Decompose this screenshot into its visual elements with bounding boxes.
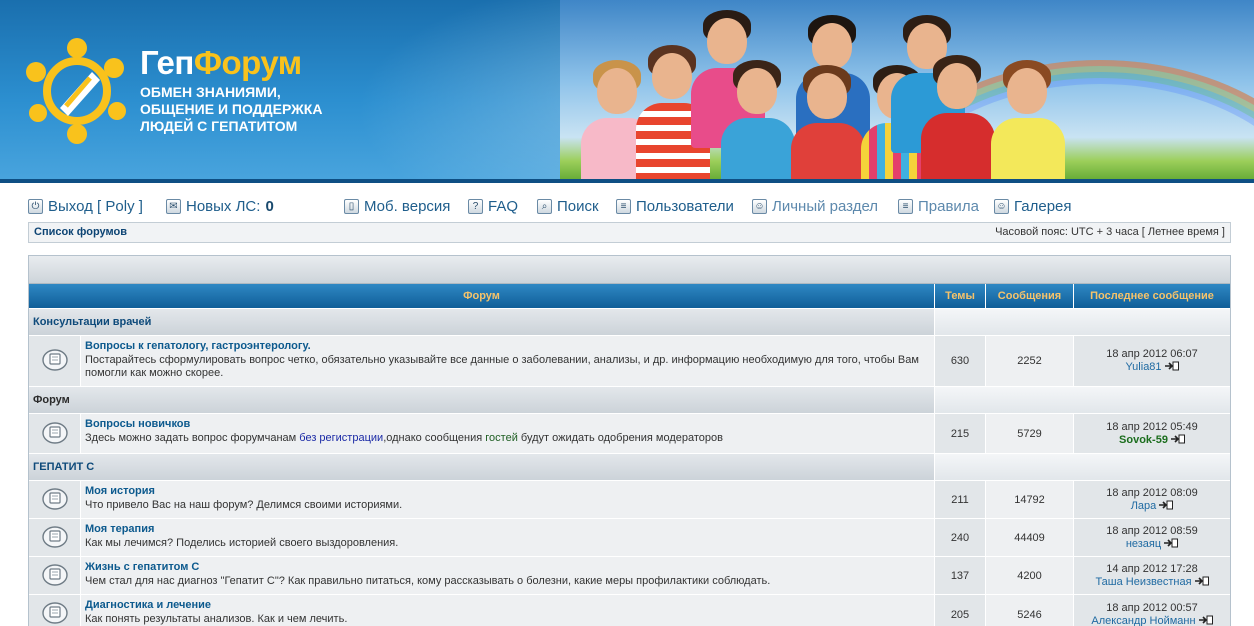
- last-post-date: 18 апр 2012 08:09: [1106, 486, 1198, 499]
- go-to-last-post-icon[interactable]: [1159, 500, 1174, 510]
- forum-read-icon: [42, 488, 68, 510]
- go-to-last-post-icon[interactable]: [1198, 615, 1213, 625]
- forum-list-table: Форум Темы Сообщения Последнее сообщение…: [28, 255, 1231, 626]
- go-to-last-post-icon[interactable]: [1170, 434, 1185, 444]
- topics-count: 215: [950, 427, 970, 440]
- forum-description: Как понять результаты анализов. Как и че…: [85, 613, 348, 625]
- forum-row: Моя терапия Как мы лечимся? Поделись ист…: [29, 518, 1230, 556]
- timezone-info: Часовой пояс: UTC + 3 часа [ Летнее врем…: [995, 226, 1225, 238]
- top-navigation: ⏻ Выход [ Poly ] ✉ Новых ЛС: 0 ▯ Моб. ве…: [28, 194, 1232, 220]
- last-post-author[interactable]: незаяц: [1126, 538, 1161, 550]
- forum-index-link[interactable]: Список форумов: [34, 226, 127, 238]
- forum-description: Что привело Вас на наш форум? Делимся св…: [85, 499, 403, 511]
- last-post-date: 18 апр 2012 06:07: [1106, 348, 1198, 360]
- guests-text: гостей: [485, 432, 518, 444]
- user-icon: ☺: [752, 198, 767, 214]
- forum-title-link[interactable]: Моя история: [85, 485, 930, 498]
- forum-title-link[interactable]: Жизнь с гепатитом С: [85, 561, 930, 574]
- help-icon: ?: [468, 198, 483, 214]
- rules-icon: ≡: [898, 198, 913, 214]
- faq-link[interactable]: ? FAQ: [468, 194, 518, 218]
- go-to-last-post-icon[interactable]: [1164, 361, 1179, 371]
- last-post-author[interactable]: Лара: [1131, 500, 1157, 512]
- forum-read-icon: [42, 422, 68, 444]
- logo-title: ГепФорум: [140, 44, 302, 81]
- header-forum: Форум: [463, 290, 500, 302]
- table-header: Форум Темы Сообщения Последнее сообщение: [29, 284, 1230, 308]
- last-post-author[interactable]: Александр Нойманн: [1091, 615, 1195, 626]
- forum-row: Вопросы к гепатологу, гастроэнтерологу. …: [29, 335, 1230, 386]
- go-to-last-post-icon[interactable]: [1164, 538, 1179, 548]
- rules-link[interactable]: ≡ Правила: [898, 194, 979, 218]
- last-post-author[interactable]: Sovok-59: [1119, 434, 1168, 446]
- last-post-date: 18 апр 2012 05:49: [1106, 420, 1198, 433]
- topics-count: 630: [950, 355, 970, 367]
- category-row: ГЕПАТИТ С: [29, 453, 1230, 481]
- search-icon: ⌕: [537, 198, 552, 214]
- forum-title-link[interactable]: Диагностика и лечение: [85, 599, 930, 612]
- go-to-last-post-icon[interactable]: [1194, 576, 1209, 586]
- search-link[interactable]: ⌕ Поиск: [537, 194, 599, 218]
- posts-count: 14792: [1014, 493, 1045, 506]
- forum-read-icon: [42, 602, 68, 624]
- forum-read-icon: [42, 526, 68, 548]
- forum-description: Как мы лечимся? Поделись историей своего…: [85, 537, 399, 549]
- topics-count: 205: [950, 608, 970, 621]
- gallery-icon: ☺: [994, 198, 1009, 214]
- logo-icon: [26, 38, 126, 144]
- forum-read-icon: [42, 564, 68, 586]
- forum-read-icon: [42, 349, 68, 371]
- breadcrumb: Список форумов Часовой пояс: UTC + 3 час…: [28, 222, 1231, 243]
- forum-description: Чем стал для нас диагноз "Гепатит С"? Ка…: [85, 575, 771, 587]
- posts-count: 44409: [1014, 531, 1045, 544]
- posts-count: 5729: [1017, 427, 1042, 440]
- gallery-link[interactable]: ☺ Галерея: [994, 194, 1072, 218]
- mobile-version-link[interactable]: ▯ Моб. версия: [344, 194, 450, 218]
- last-post-date: 14 апр 2012 17:28: [1106, 562, 1198, 575]
- pm-count: 0: [265, 197, 274, 215]
- category-name[interactable]: ГЕПАТИТ С: [29, 454, 934, 481]
- forum-description: Здесь можно задать вопрос форумчанам без…: [85, 432, 723, 444]
- last-post-date: 18 апр 2012 08:59: [1106, 524, 1198, 537]
- last-post-author[interactable]: Таша Неизвестная: [1095, 576, 1191, 588]
- topics-count: 240: [950, 531, 970, 544]
- message-icon: ✉: [166, 198, 181, 214]
- last-post-date: 18 апр 2012 00:57: [1106, 601, 1198, 614]
- power-icon: ⏻: [28, 198, 43, 214]
- site-tagline: ОБМЕН ЗНАНИЯМИ, ОБЩЕНИЕ И ПОДДЕРЖКА ЛЮДЕ…: [140, 84, 323, 134]
- forum-description: Постарайтесь сформулировать вопрос четко…: [85, 354, 919, 379]
- members-list-icon: ≡: [616, 198, 631, 214]
- site-header: ГепФорум ОБМЕН ЗНАНИЯМИ, ОБЩЕНИЕ И ПОДДЕ…: [0, 0, 1254, 183]
- forum-row: Диагностика и лечение Как понять результ…: [29, 594, 1230, 626]
- forum-row: Моя история Что привело Вас на наш форум…: [29, 480, 1230, 518]
- table-caption-bar: [29, 256, 1230, 284]
- people-photo: [575, 0, 1075, 183]
- user-control-panel-link[interactable]: ☺ Личный раздел: [752, 194, 878, 218]
- header-divider: [0, 179, 1254, 183]
- category-name[interactable]: Консультации врачей: [29, 309, 934, 336]
- category-name[interactable]: Форум: [29, 387, 934, 414]
- mobile-icon: ▯: [344, 198, 359, 214]
- forum-title-link[interactable]: Вопросы к гепатологу, гастроэнтерологу.: [85, 340, 930, 353]
- last-post-author[interactable]: Yulia81: [1125, 361, 1161, 373]
- forum-row: Вопросы новичков Здесь можно задать вопр…: [29, 413, 1230, 453]
- no-registration-link[interactable]: без регистрации: [299, 432, 383, 444]
- posts-count: 5246: [1017, 608, 1042, 621]
- posts-count: 4200: [1017, 569, 1042, 582]
- topics-count: 211: [951, 493, 969, 506]
- category-row: Форум: [29, 386, 1230, 414]
- private-messages-link[interactable]: ✉ Новых ЛС: 0: [166, 194, 274, 218]
- header-topics: Темы: [934, 284, 985, 308]
- header-last-post: Последнее сообщение: [1073, 284, 1230, 308]
- category-row: Консультации врачей: [29, 308, 1230, 336]
- forum-title-link[interactable]: Вопросы новичков: [85, 418, 930, 431]
- forum-title-link[interactable]: Моя терапия: [85, 523, 930, 536]
- posts-count: 2252: [1017, 355, 1042, 367]
- topics-count: 137: [950, 569, 970, 582]
- logout-link[interactable]: ⏻ Выход [ Poly ]: [28, 194, 143, 218]
- header-posts: Сообщения: [985, 284, 1073, 308]
- members-link[interactable]: ≡ Пользователи: [616, 194, 734, 218]
- forum-row: Жизнь с гепатитом С Чем стал для нас диа…: [29, 556, 1230, 594]
